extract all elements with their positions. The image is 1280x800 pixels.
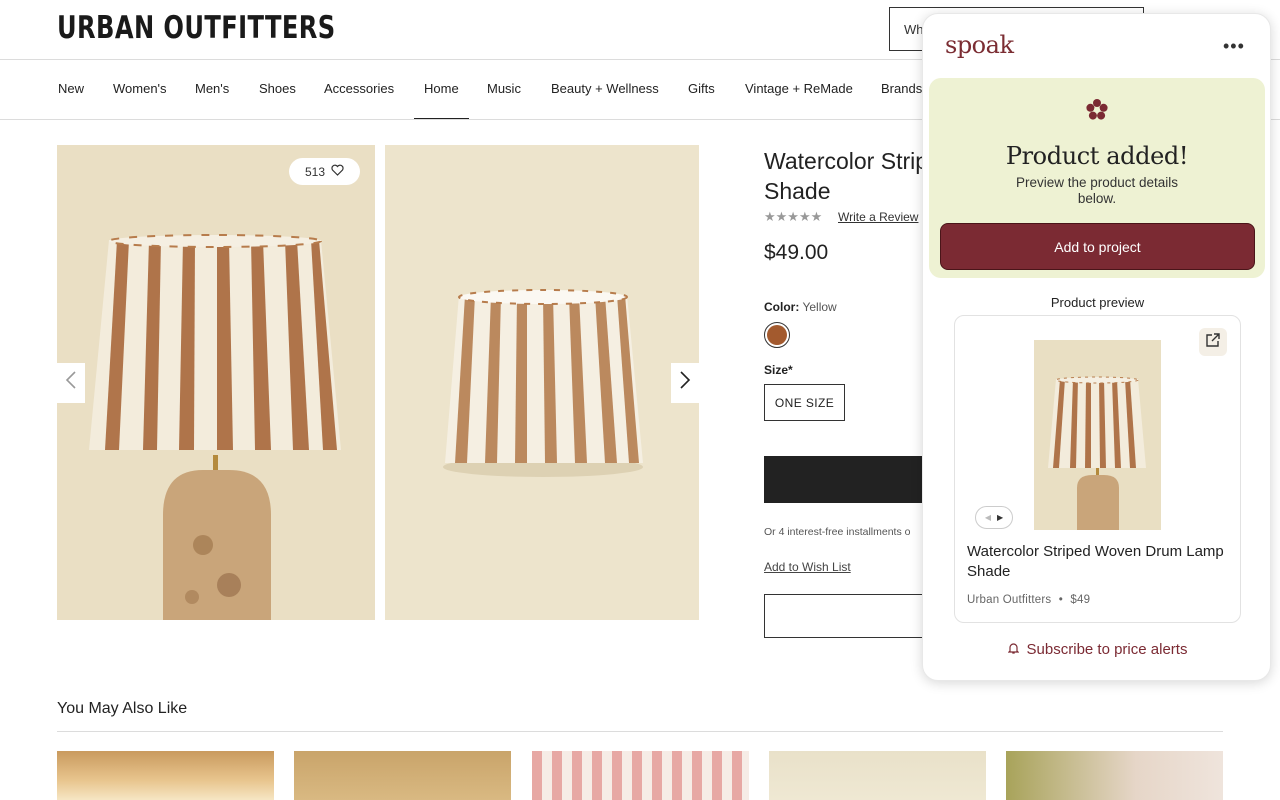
lamp-image xyxy=(57,145,375,620)
spoak-panel: spoak ••• Product added! Preview the pro… xyxy=(922,13,1271,681)
gallery-next-button[interactable] xyxy=(671,363,699,403)
product-added-title: Product added! xyxy=(1005,142,1189,170)
nav-item-beauty-wellness[interactable]: Beauty + Wellness xyxy=(551,81,659,96)
preview-store: Urban Outfitters xyxy=(967,594,1052,606)
color-label-text: Color: xyxy=(764,300,800,314)
nav-item-mens[interactable]: Men's xyxy=(195,81,229,96)
recommendation-card-2[interactable] xyxy=(294,751,511,800)
add-to-wish-list-link[interactable]: Add to Wish List xyxy=(764,560,851,574)
gallery-prev-button[interactable] xyxy=(57,363,85,403)
nav-item-accessories[interactable]: Accessories xyxy=(324,81,394,96)
bell-icon xyxy=(1007,641,1019,658)
external-link-icon xyxy=(1205,332,1221,353)
nav-item-vintage-remade[interactable]: Vintage + ReMade xyxy=(745,81,853,96)
product-image-main[interactable] xyxy=(57,145,375,620)
nav-item-new[interactable]: New xyxy=(58,81,84,96)
pager-prev-icon[interactable]: ◀ xyxy=(985,513,991,522)
color-swatch-fill xyxy=(767,325,787,345)
spoak-logo: spoak xyxy=(945,31,1014,59)
nav-item-gifts[interactable]: Gifts xyxy=(688,81,715,96)
product-price: $49.00 xyxy=(764,241,829,264)
nav-item-home[interactable]: Home xyxy=(414,81,469,119)
chevron-right-icon xyxy=(679,370,691,396)
more-options-button[interactable]: ••• xyxy=(1223,36,1245,57)
preview-price: $49 xyxy=(1070,594,1091,606)
price-alerts-label: Subscribe to price alerts xyxy=(1026,641,1188,658)
nav-item-brands[interactable]: Brands xyxy=(881,81,922,96)
product-preview-label: Product preview xyxy=(1050,295,1145,310)
product-added-subtitle: Preview the product details below. xyxy=(1015,175,1179,206)
chevron-left-icon xyxy=(65,370,77,396)
pager-next-icon[interactable]: ▶ xyxy=(997,513,1003,522)
flower-icon xyxy=(1085,98,1109,122)
recommendations-title: You May Also Like xyxy=(57,700,188,717)
rating-stars: ★★★★★ xyxy=(764,209,823,224)
nav-item-shoes[interactable]: Shoes xyxy=(259,81,296,96)
image-pager[interactable]: ◀ ▶ xyxy=(975,506,1013,529)
nav-item-womens[interactable]: Women's xyxy=(113,81,167,96)
preview-product-image xyxy=(1034,340,1161,530)
secondary-action-button[interactable] xyxy=(764,594,934,638)
color-label: Color: Yellow xyxy=(764,300,837,314)
product-added-card: Product added! Preview the product detai… xyxy=(929,78,1265,278)
color-value: Yellow xyxy=(802,300,837,314)
recommendation-card-5[interactable] xyxy=(1006,751,1223,800)
product-preview-card: ◀ ▶ Watercolor Striped Woven Drum Lamp S… xyxy=(954,315,1241,623)
write-review-link[interactable]: Write a Review xyxy=(838,210,918,224)
recommendation-card-1[interactable] xyxy=(57,751,274,800)
product-image-secondary[interactable] xyxy=(385,145,699,620)
color-swatch-yellow[interactable] xyxy=(764,322,790,348)
likes-count: 513 xyxy=(304,164,326,179)
installments-text: Or 4 interest-free installments o xyxy=(764,526,911,538)
add-to-project-button[interactable]: Add to project xyxy=(940,223,1255,270)
site-logo[interactable]: URBAN OUTFITTERS xyxy=(57,10,336,46)
likes-counter[interactable]: 513 xyxy=(289,158,360,185)
open-external-button[interactable] xyxy=(1199,328,1227,356)
product-title: Watercolor Strip Shade xyxy=(764,148,929,204)
divider xyxy=(57,731,1223,732)
preview-lamp-image xyxy=(1034,340,1161,530)
recommendation-card-3[interactable] xyxy=(532,751,749,800)
preview-product-title: Watercolor Striped Woven Drum Lamp Shade xyxy=(967,543,1224,580)
recommendation-card-4[interactable] xyxy=(769,751,986,800)
add-to-bag-button[interactable] xyxy=(764,456,934,503)
heart-icon xyxy=(331,164,344,179)
size-option-one-size[interactable]: ONE SIZE xyxy=(764,384,845,421)
subscribe-price-alerts-button[interactable]: Subscribe to price alerts xyxy=(923,641,1270,658)
size-label: Size* xyxy=(764,363,793,377)
shade-image xyxy=(385,145,699,620)
nav-item-music[interactable]: Music xyxy=(487,81,521,96)
preview-product-meta: Urban Outfitters • $49 xyxy=(967,594,1090,606)
meta-separator: • xyxy=(1058,594,1064,606)
